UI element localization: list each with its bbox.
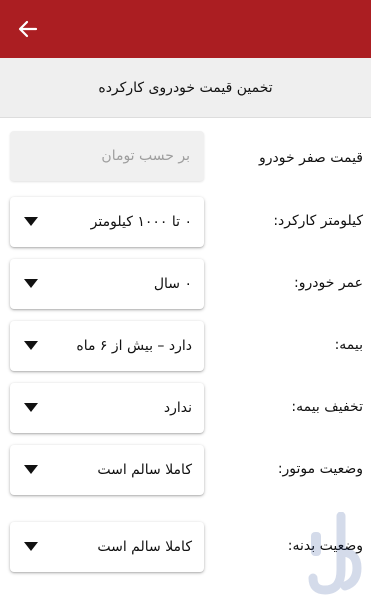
- back-button[interactable]: [10, 12, 46, 46]
- insurance-discount-value: ندارد: [163, 400, 192, 416]
- insurance-row: دارد – بیش از ۶ ماه بیمه:: [0, 321, 371, 375]
- mileage-label: کیلومتر کارکرد:: [273, 213, 363, 229]
- base-price-label: قیمت صفر خودرو: [259, 150, 363, 166]
- app-bar: [0, 0, 371, 58]
- dropdown-arrow-icon: [24, 465, 38, 474]
- page-title: تخمین قیمت خودروی کارکرده: [98, 79, 273, 96]
- age-label: عمر خودرو:: [294, 275, 363, 291]
- dropdown-arrow-icon: [24, 279, 38, 288]
- mileage-row: ۰ تا ۱۰۰۰ کیلومتر کیلومتر کارکرد:: [0, 197, 371, 251]
- insurance-discount-dropdown[interactable]: ندارد: [10, 383, 204, 433]
- page-header: تخمین قیمت خودروی کارکرده: [0, 58, 371, 118]
- engine-status-label: وضعیت موتور:: [277, 461, 363, 477]
- mileage-value: ۰ تا ۱۰۰۰ کیلومتر: [90, 214, 192, 230]
- dropdown-arrow-icon: [24, 217, 38, 226]
- dropdown-arrow-icon: [24, 341, 38, 350]
- insurance-dropdown[interactable]: دارد – بیش از ۶ ماه: [10, 321, 204, 371]
- insurance-value: دارد – بیش از ۶ ماه: [76, 338, 192, 354]
- dropdown-arrow-icon: [24, 542, 38, 551]
- age-row: ۰ سال عمر خودرو:: [0, 259, 371, 313]
- engine-status-value: کاملا سالم است: [97, 462, 192, 478]
- body-status-dropdown[interactable]: کاملا سالم است: [10, 522, 204, 572]
- engine-status-row: کاملا سالم است وضعیت موتور:: [0, 445, 371, 499]
- insurance-label: بیمه:: [334, 337, 363, 353]
- dropdown-arrow-icon: [24, 403, 38, 412]
- insurance-discount-row: ندارد تخفیف بیمه:: [0, 383, 371, 437]
- engine-status-dropdown[interactable]: کاملا سالم است: [10, 445, 204, 495]
- age-dropdown[interactable]: ۰ سال: [10, 259, 204, 309]
- app-logo-watermark-icon: [308, 512, 362, 595]
- insurance-discount-label: تخفیف بیمه:: [291, 399, 363, 415]
- body-status-value: کاملا سالم است: [97, 539, 192, 555]
- arrow-left-icon: [18, 20, 38, 38]
- mileage-dropdown[interactable]: ۰ تا ۱۰۰۰ کیلومتر: [10, 197, 204, 247]
- base-price-placeholder: بر حسب تومان: [101, 148, 190, 164]
- age-value: ۰ سال: [153, 276, 192, 292]
- base-price-input[interactable]: بر حسب تومان: [10, 131, 204, 181]
- base-price-row: بر حسب تومان قیمت صفر خودرو: [0, 131, 371, 185]
